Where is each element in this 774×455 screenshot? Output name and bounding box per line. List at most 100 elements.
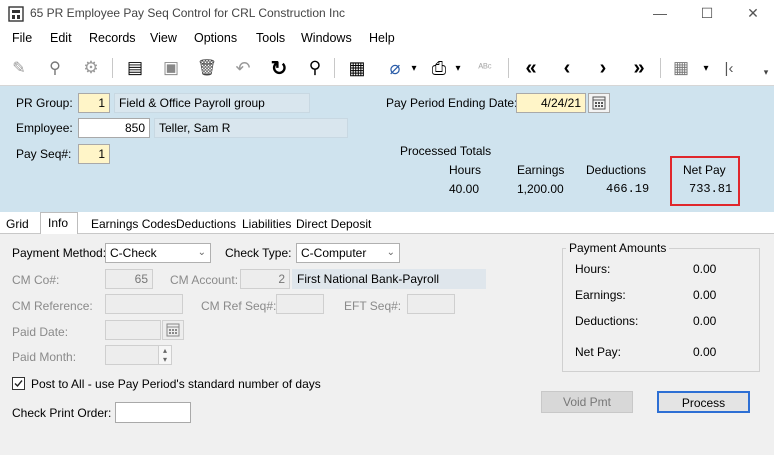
undo-icon[interactable]: ↶ bbox=[232, 57, 254, 79]
minimize-button[interactable]: — bbox=[645, 4, 675, 24]
pay-seq-input[interactable]: 1 bbox=[78, 144, 110, 164]
earnings-header: Earnings bbox=[517, 163, 565, 177]
cm-ref-seq-label: CM Ref Seq#: bbox=[201, 299, 277, 313]
maximize-button[interactable]: ☐ bbox=[692, 4, 722, 24]
menu-help[interactable]: Help bbox=[369, 31, 395, 45]
collapse-icon[interactable]: |‹ bbox=[718, 57, 740, 79]
print-dropdown-icon[interactable]: ▾ bbox=[452, 57, 464, 79]
attach-dropdown-icon[interactable]: ▾ bbox=[408, 57, 420, 79]
calendar-icon[interactable] bbox=[162, 320, 184, 340]
void-pmt-button[interactable]: Void Pmt bbox=[541, 391, 633, 413]
pr-group-description: Field & Office Payroll group bbox=[114, 93, 310, 113]
toolbar-overflow-icon[interactable]: ▾ bbox=[760, 66, 772, 78]
chevron-down-icon: ⌄ bbox=[197, 247, 206, 258]
post-to-all-label: Post to All - use Pay Period's standard … bbox=[31, 377, 321, 391]
process-button[interactable]: Process bbox=[657, 391, 750, 413]
pa-net-pay-label: Net Pay: bbox=[575, 345, 622, 359]
cm-account-input[interactable]: 2 bbox=[240, 269, 290, 289]
pa-earnings-value: 0.00 bbox=[693, 288, 717, 302]
tab-earnings-codes[interactable]: Earnings Codes bbox=[87, 214, 180, 234]
menu-edit[interactable]: Edit bbox=[50, 31, 72, 45]
chevron-down-icon: ⌄ bbox=[386, 247, 395, 258]
menu-tools[interactable]: Tools bbox=[256, 31, 285, 45]
toolbar-separator bbox=[334, 58, 335, 78]
payment-method-label: Payment Method: bbox=[12, 246, 107, 260]
paid-date-label: Paid Date: bbox=[12, 325, 69, 339]
deductions-header: Deductions bbox=[586, 163, 647, 177]
layout-icon[interactable]: ▦ bbox=[670, 57, 692, 79]
pay-seq-label: Pay Seq#: bbox=[16, 147, 72, 161]
pa-earnings-label: Earnings: bbox=[575, 288, 626, 302]
last-record-icon[interactable]: » bbox=[628, 57, 650, 79]
check-print-order-label: Check Print Order: bbox=[12, 406, 112, 420]
attach-icon[interactable]: ⌀ bbox=[384, 57, 406, 79]
employee-name: Teller, Sam R bbox=[154, 118, 348, 138]
pa-deductions-value: 0.00 bbox=[693, 314, 717, 328]
check-type-label: Check Type: bbox=[225, 246, 292, 260]
tab-deductions[interactable]: Deductions bbox=[172, 214, 240, 234]
window-title: 65 PR Employee Pay Seq Control for CRL C… bbox=[30, 6, 346, 20]
processed-totals-label: Processed Totals bbox=[400, 144, 492, 158]
refresh-icon[interactable]: ↻ bbox=[268, 57, 290, 80]
search-icon[interactable]: ⚲ bbox=[304, 57, 326, 79]
pa-hours-value: 0.00 bbox=[693, 262, 717, 276]
save-icon[interactable]: ▣ bbox=[160, 57, 182, 79]
toolbar-separator bbox=[660, 58, 661, 78]
menu-file[interactable]: File bbox=[12, 31, 32, 45]
spinner-icon[interactable]: ▴ ▾ bbox=[158, 345, 172, 365]
layout-dropdown-icon[interactable]: ▾ bbox=[700, 57, 712, 79]
menu-options[interactable]: Options bbox=[194, 31, 237, 45]
checkmark-icon bbox=[14, 380, 23, 388]
tab-direct-deposit[interactable]: Direct Deposit bbox=[292, 214, 375, 234]
eft-seq-label: EFT Seq#: bbox=[344, 299, 402, 313]
close-button[interactable]: ✕ bbox=[738, 4, 768, 24]
edit-icon[interactable]: ✎ bbox=[8, 57, 30, 79]
tab-liabilities[interactable]: Liabilities bbox=[238, 214, 295, 234]
grid-icon[interactable]: ▦ bbox=[346, 57, 368, 79]
pr-group-input[interactable]: 1 bbox=[78, 93, 110, 113]
first-record-icon[interactable]: « bbox=[520, 57, 542, 79]
check-print-order-input[interactable] bbox=[115, 402, 191, 423]
cm-co-input[interactable]: 65 bbox=[105, 269, 153, 289]
document-icon[interactable]: ▤ bbox=[124, 57, 146, 79]
menu-windows[interactable]: Windows bbox=[301, 31, 352, 45]
next-record-icon[interactable]: › bbox=[592, 57, 614, 79]
period-end-date-input[interactable]: 4/24/21 bbox=[516, 93, 586, 113]
menu-records[interactable]: Records bbox=[89, 31, 136, 45]
toolbar-separator bbox=[112, 58, 113, 78]
employee-input[interactable]: 850 bbox=[78, 118, 150, 138]
cm-reference-label: CM Reference: bbox=[12, 299, 93, 313]
earnings-total: 1,200.00 bbox=[517, 182, 564, 196]
cm-reference-input[interactable] bbox=[105, 294, 183, 314]
settings-icon[interactable]: ⚙ bbox=[80, 57, 102, 79]
calendar-icon[interactable] bbox=[588, 93, 610, 113]
prev-record-icon[interactable]: ‹ bbox=[556, 57, 578, 79]
payment-method-value: C-Check bbox=[110, 246, 157, 260]
spellcheck-icon[interactable]: ᴬᴮᶜ bbox=[474, 57, 496, 79]
app-icon bbox=[8, 6, 24, 22]
payment-method-select[interactable]: C-Check ⌄ bbox=[105, 243, 211, 263]
binoculars-icon[interactable]: ⚲ bbox=[44, 57, 66, 79]
eft-seq-input[interactable] bbox=[407, 294, 455, 314]
post-to-all-checkbox[interactable] bbox=[12, 377, 25, 390]
tab-grid[interactable]: Grid bbox=[2, 214, 33, 234]
period-end-label: Pay Period Ending Date: bbox=[386, 96, 518, 110]
net-pay-total: 733.81 bbox=[689, 182, 733, 196]
cm-account-description: First National Bank-Payroll bbox=[292, 269, 486, 289]
menu-view[interactable]: View bbox=[150, 31, 177, 45]
check-type-select[interactable]: C-Computer ⌄ bbox=[296, 243, 400, 263]
hours-header: Hours bbox=[449, 163, 482, 177]
cm-ref-seq-input[interactable] bbox=[276, 294, 324, 314]
hours-total: 40.00 bbox=[449, 182, 480, 196]
pr-group-label: PR Group: bbox=[16, 96, 73, 110]
net-pay-header: Net Pay bbox=[683, 163, 726, 177]
toolbar-separator bbox=[508, 58, 509, 78]
paid-month-input[interactable] bbox=[105, 345, 161, 365]
cm-account-label: CM Account: bbox=[170, 273, 239, 287]
tab-info[interactable]: Info bbox=[40, 212, 78, 235]
payment-amounts-title: Payment Amounts bbox=[566, 241, 670, 255]
delete-icon[interactable]: 🗑 bbox=[196, 57, 218, 79]
paid-date-input[interactable] bbox=[105, 320, 161, 340]
print-icon[interactable]: ⎙ bbox=[428, 57, 450, 79]
pa-deductions-label: Deductions: bbox=[575, 314, 639, 328]
